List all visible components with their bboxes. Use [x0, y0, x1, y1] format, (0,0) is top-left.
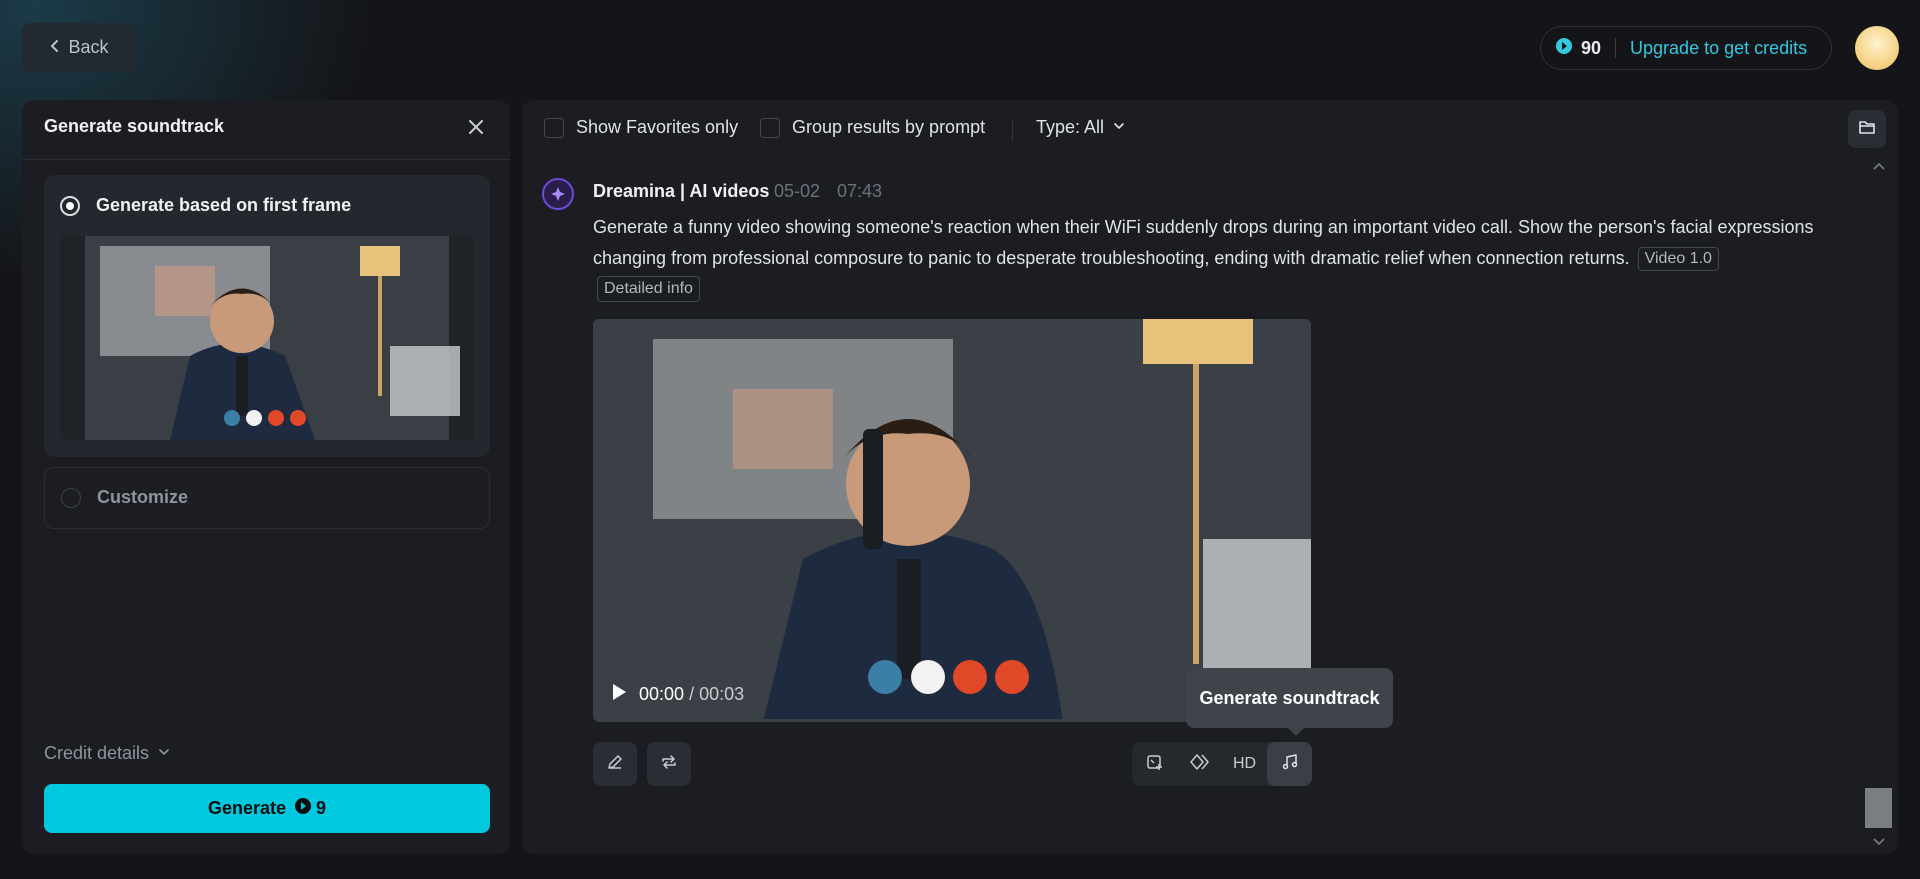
folder-icon [1858, 118, 1876, 141]
close-icon[interactable] [465, 116, 487, 138]
image-plus-icon [1146, 753, 1164, 776]
radio-first-frame[interactable] [60, 196, 80, 216]
soundtrack-panel: Generate soundtrack Generate based on fi… [22, 100, 510, 854]
prompt-text: Generate a funny video showing someone's… [593, 217, 1814, 268]
regenerate-button[interactable] [647, 742, 691, 786]
video-controls: 00:00 / 00:03 [611, 683, 744, 706]
chevron-down-icon [1112, 117, 1126, 138]
generate-soundtrack-button[interactable] [1267, 742, 1312, 786]
video-toolbar: HD [1132, 742, 1312, 786]
scroll-up-icon[interactable] [1872, 160, 1886, 174]
video-player[interactable]: 00:00 / 00:03 [593, 319, 1311, 722]
panel-title: Generate soundtrack [44, 116, 225, 136]
soundtrack-tooltip: Generate soundtrack [1186, 668, 1393, 736]
divider [1012, 120, 1013, 142]
video-duration: 00:03 [699, 684, 745, 704]
type-dropdown[interactable]: Type: All [1036, 117, 1126, 138]
credit-coin-icon [1555, 37, 1573, 60]
generate-button[interactable]: Generate 9 [44, 784, 490, 833]
credit-coin-icon [294, 797, 312, 820]
option-customize[interactable]: Customize [44, 467, 490, 529]
back-label: Back [68, 37, 109, 57]
chevron-down-icon [157, 743, 171, 764]
back-button[interactable]: Back [22, 23, 135, 72]
avatar[interactable] [1855, 26, 1899, 70]
current-time: 00:00 [639, 684, 685, 704]
credits-pill: 90 Upgrade to get credits [1540, 26, 1832, 70]
post-time: 07:43 [837, 181, 883, 201]
group-checkbox[interactable] [760, 117, 780, 138]
music-note-icon [1281, 753, 1299, 776]
model-tag: Video 1.0 [1637, 247, 1719, 271]
scroll-down-icon[interactable] [1872, 834, 1886, 848]
credit-count: 90 [1581, 37, 1602, 58]
repeat-icon [660, 753, 678, 776]
scrollbar-thumb[interactable] [1865, 788, 1892, 828]
group-filter[interactable]: Group results by prompt [760, 117, 985, 138]
detailed-info-button[interactable]: Detailed info [597, 276, 700, 302]
group-label: Group results by prompt [792, 117, 986, 137]
chevron-left-icon [48, 37, 62, 58]
folder-button[interactable] [1848, 110, 1886, 148]
option-first-frame-label: Generate based on first frame [96, 195, 352, 215]
option-first-frame[interactable]: Generate based on first frame [44, 175, 490, 457]
diamond-icon [1189, 753, 1210, 776]
first-frame-thumbnail [60, 236, 474, 440]
divider [1615, 38, 1617, 58]
hd-button[interactable]: HD [1222, 742, 1267, 786]
dreamina-logo-icon [542, 178, 574, 210]
radio-customize[interactable] [61, 488, 81, 508]
post-author: Dreamina | AI videos [593, 181, 770, 201]
favorites-checkbox[interactable] [544, 117, 564, 138]
results-panel: Show Favorites only Group results by pro… [522, 100, 1898, 854]
generate-label: Generate [207, 798, 287, 818]
post-date: 05-02 [774, 181, 821, 201]
favorites-filter[interactable]: Show Favorites only [544, 117, 738, 138]
option-customize-label: Customize [97, 487, 189, 507]
interpolate-button[interactable] [1177, 742, 1222, 786]
upgrade-link[interactable]: Upgrade to get credits [1630, 38, 1807, 59]
time-separator: / [689, 684, 695, 704]
video-time: 00:00 / 00:03 [639, 684, 744, 705]
upscale-button[interactable] [1132, 742, 1177, 786]
pencil-icon [606, 753, 624, 776]
credit-details-toggle[interactable]: Credit details [44, 743, 171, 764]
divider [22, 159, 510, 160]
post-prompt: Generate a funny video showing someone's… [593, 212, 1863, 274]
video-frame [593, 319, 1311, 722]
favorites-label: Show Favorites only [576, 117, 739, 137]
type-label: Type: All [1036, 117, 1105, 137]
edit-button[interactable] [593, 742, 637, 786]
play-icon[interactable] [611, 683, 627, 706]
generate-cost: 9 [316, 798, 327, 818]
credit-details-label: Credit details [44, 743, 150, 763]
